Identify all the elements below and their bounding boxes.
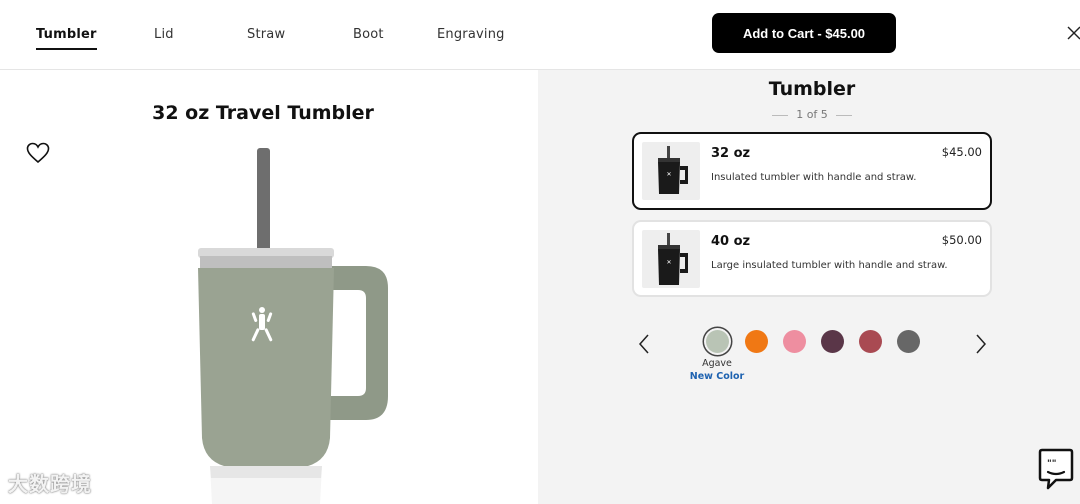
svg-text:✕: ✕	[666, 171, 671, 178]
size-label: 32 oz	[711, 146, 751, 161]
options-panel: Tumbler 1 of 5 ✕ 32 oz $45.00 Insulated …	[538, 70, 1080, 504]
svg-text:✕: ✕	[666, 259, 671, 266]
options-title: Tumbler	[768, 78, 856, 100]
color-swatch-agave[interactable]	[706, 330, 729, 353]
color-swatch-red[interactable]	[859, 330, 882, 353]
color-swatch-pink[interactable]	[783, 330, 806, 353]
tab-engraving[interactable]: Engraving	[437, 27, 505, 42]
chat-icon[interactable]: ""	[1036, 448, 1076, 492]
color-swatch-gray[interactable]	[897, 330, 920, 353]
chevron-right-icon[interactable]	[974, 333, 988, 355]
new-color-badge: New Color	[689, 371, 745, 382]
tumbler-image	[198, 148, 388, 504]
size-card-40oz[interactable]: ✕ 40 oz $50.00 Large insulated tumbler w…	[632, 220, 992, 297]
step-text: 1 of 5	[796, 108, 828, 121]
color-swatch-orange[interactable]	[745, 330, 768, 353]
close-icon[interactable]	[1066, 25, 1080, 41]
size-description: Insulated tumbler with handle and straw.	[711, 172, 917, 183]
watermark: 大数跨境	[8, 472, 92, 496]
color-swatch-plum[interactable]	[821, 330, 844, 353]
size-description: Large insulated tumbler with handle and …	[711, 260, 948, 271]
color-swatch-row: Agave New Color	[538, 328, 1080, 388]
heart-icon[interactable]	[26, 142, 50, 164]
tab-tumbler[interactable]: Tumbler	[36, 27, 97, 50]
svg-text:"": ""	[1047, 459, 1056, 469]
selected-color-name: Agave	[702, 358, 732, 369]
product-customizer: Tumbler Lid Straw Boot Engraving Add to …	[0, 0, 1080, 504]
product-preview: 32 oz Travel Tumbler	[0, 70, 538, 504]
product-thumbnail: ✕	[642, 230, 700, 288]
size-price: $50.00	[941, 233, 982, 247]
customizer-header: Tumbler Lid Straw Boot Engraving Add to …	[0, 0, 1080, 70]
size-price: $45.00	[941, 145, 982, 159]
size-card-32oz[interactable]: ✕ 32 oz $45.00 Insulated tumbler with ha…	[632, 132, 992, 210]
tab-lid[interactable]: Lid	[154, 27, 174, 42]
tab-straw[interactable]: Straw	[247, 27, 285, 42]
step-indicator: 1 of 5	[538, 108, 1080, 121]
product-title: 32 oz Travel Tumbler	[152, 102, 374, 124]
tab-boot[interactable]: Boot	[353, 27, 384, 42]
chevron-left-icon[interactable]	[637, 333, 651, 355]
size-label: 40 oz	[711, 234, 751, 249]
add-to-cart-button[interactable]: Add to Cart - $45.00	[712, 13, 896, 53]
product-thumbnail: ✕	[642, 142, 700, 200]
